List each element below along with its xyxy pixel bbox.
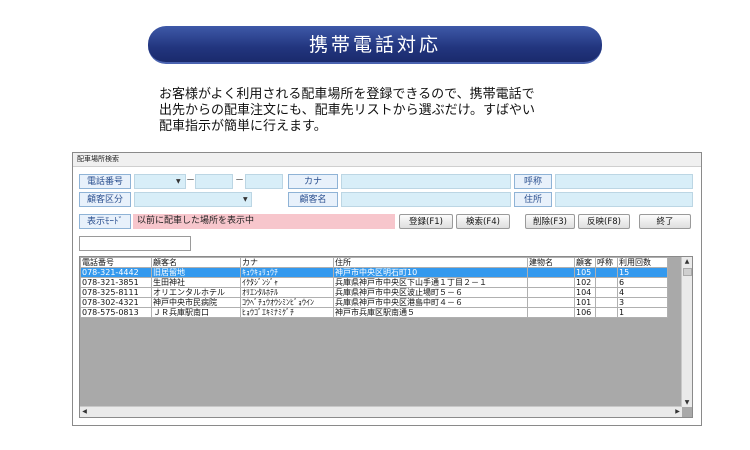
vertical-scrollbar[interactable]: ▲ ▼: [681, 257, 692, 407]
cell-yobi: [595, 277, 618, 288]
cell-yobi: [595, 267, 618, 278]
mode-status: 以前に配車した場所を表示中: [133, 214, 395, 229]
cell-kana: ｷｭｳｷｮﾘｭｳﾁ: [240, 267, 334, 278]
intro-line: お客様がよく利用される配車場所を登録できるので、携帯電話で: [159, 87, 535, 102]
cell-customer: ＪＲ兵庫駅南口: [151, 307, 241, 318]
title-banner: 携帯電話対応: [148, 26, 602, 64]
cell-address: 兵庫県神戸市中央区波止場町５－６: [333, 287, 528, 298]
chevron-down-icon[interactable]: ▼: [243, 192, 248, 207]
window-title: 配車場所検索: [73, 153, 701, 167]
cell-count: 4: [617, 287, 668, 298]
filter-input[interactable]: [79, 236, 191, 251]
horizontal-scrollbar[interactable]: ◀ ▶: [80, 406, 682, 417]
intro-line: 出先からの配車注文にも、配車先リストから選ぶだけ。すばやい: [159, 103, 535, 118]
cell-customer-id: 105: [574, 267, 596, 278]
kana-input[interactable]: [341, 174, 511, 189]
mode-label: 表示ﾓｰﾄﾞ: [79, 214, 131, 229]
cell-building: [527, 267, 575, 278]
phone-middle-input[interactable]: [195, 174, 233, 189]
cell-count: 6: [617, 277, 668, 288]
column-header[interactable]: 建物名: [527, 257, 575, 268]
category-label: 顧客区分: [79, 192, 131, 207]
intro-line: 配車指示が簡単に行えます。: [159, 119, 327, 134]
column-header[interactable]: 顧客: [574, 257, 596, 268]
cell-customer: 旧居留地: [151, 267, 241, 278]
search-button[interactable]: 検索(F4): [456, 214, 510, 229]
cell-address: 神戸市兵庫区駅南通５: [333, 307, 528, 318]
cell-yobi: [595, 297, 618, 308]
kana-label: カナ: [288, 174, 338, 189]
table-header-row: 電話番号 顧客名 カナ 住所 建物名 顧客 呼称 利用回数: [80, 257, 668, 268]
exit-button[interactable]: 終了: [639, 214, 691, 229]
cell-building: [527, 297, 575, 308]
phone-label: 電話番号: [79, 174, 131, 189]
intro-text: お客様がよく利用される配車場所を登録できるので、携帯電話で 出先からの配車注文に…: [159, 87, 619, 135]
cell-phone: 078-325-8111: [80, 287, 152, 298]
delete-button[interactable]: 削除(F3): [525, 214, 575, 229]
column-header[interactable]: 呼称: [595, 257, 618, 268]
cell-building: [527, 287, 575, 298]
cell-customer: オリエンタルホテル: [151, 287, 241, 298]
cell-address: 神戸市中央区明石町10: [333, 267, 528, 278]
reflect-button[interactable]: 反映(F8): [578, 214, 630, 229]
cell-customer-id: 101: [574, 297, 596, 308]
search-window: 配車場所検索 電話番号 ▼ － － カナ 呼称 顧客区分 ▼ 顧客名 住所 表示…: [72, 152, 702, 426]
cell-phone: 078-321-3851: [80, 277, 152, 288]
column-header[interactable]: 顧客名: [151, 257, 241, 268]
cell-customer: 生田神社: [151, 277, 241, 288]
cell-yobi: [595, 307, 618, 318]
table-row[interactable]: 078-575-0813 ＪＲ兵庫駅南口 ﾋｮｳｺﾞｴｷﾐﾅﾐｸﾞﾁ 神戸市兵庫…: [80, 307, 668, 318]
cell-kana: ｲｸﾀｼﾞﾝｼﾞｬ: [240, 277, 334, 288]
table-row[interactable]: 078-321-3851 生田神社 ｲｸﾀｼﾞﾝｼﾞｬ 兵庫県神戸市中央区下山手…: [80, 277, 668, 288]
cell-building: [527, 277, 575, 288]
cell-building: [527, 307, 575, 318]
cell-kana: ｺｳﾍﾞﾁｭｳｵｳｼﾐﾝﾋﾞｮｳｲﾝ: [240, 297, 334, 308]
table-row[interactable]: 078-321-4442 旧居留地 ｷｭｳｷｮﾘｭｳﾁ 神戸市中央区明石町10 …: [80, 267, 668, 278]
scroll-down-icon[interactable]: ▼: [682, 398, 692, 407]
register-button[interactable]: 登録(F1): [399, 214, 453, 229]
cell-kana: ﾋｮｳｺﾞｴｷﾐﾅﾐｸﾞﾁ: [240, 307, 334, 318]
window-content: 電話番号 ▼ － － カナ 呼称 顧客区分 ▼ 顧客名 住所 表示ﾓｰﾄﾞ 以前…: [73, 167, 701, 425]
phone-dash: －: [186, 176, 196, 186]
column-header[interactable]: カナ: [240, 257, 334, 268]
cell-kana: ｵﾘｴﾝﾀﾙﾎﾃﾙ: [240, 287, 334, 298]
column-header[interactable]: 住所: [333, 257, 528, 268]
cell-count: 1: [617, 307, 668, 318]
scroll-left-icon[interactable]: ◀: [80, 407, 89, 416]
phone-last-input[interactable]: [245, 174, 283, 189]
cell-phone: 078-321-4442: [80, 267, 152, 278]
category-select[interactable]: [134, 192, 252, 207]
customer-input[interactable]: [341, 192, 511, 207]
yobi-input[interactable]: [555, 174, 693, 189]
cell-customer-id: 106: [574, 307, 596, 318]
banner-title: 携帯電話対応: [308, 34, 441, 56]
cell-count: 3: [617, 297, 668, 308]
cell-phone: 078-302-4321: [80, 297, 152, 308]
address-label: 住所: [514, 192, 552, 207]
scroll-right-icon[interactable]: ▶: [673, 407, 682, 416]
table-row[interactable]: 078-302-4321 神戸中央市民病院 ｺｳﾍﾞﾁｭｳｵｳｼﾐﾝﾋﾞｮｳｲﾝ…: [80, 297, 668, 308]
cell-address: 兵庫県神戸市中央区港島中町４－６: [333, 297, 528, 308]
cell-yobi: [595, 287, 618, 298]
column-header[interactable]: 利用回数: [617, 257, 668, 268]
results-table: 電話番号 顧客名 カナ 住所 建物名 顧客 呼称 利用回数 078-321-44…: [80, 257, 668, 318]
table-row[interactable]: 078-325-8111 オリエンタルホテル ｵﾘｴﾝﾀﾙﾎﾃﾙ 兵庫県神戸市中…: [80, 287, 668, 298]
phone-dash: －: [235, 176, 245, 186]
scroll-up-icon[interactable]: ▲: [682, 257, 692, 266]
cell-count: 15: [617, 267, 668, 278]
column-header[interactable]: 電話番号: [80, 257, 152, 268]
customer-label: 顧客名: [288, 192, 338, 207]
cell-customer-id: 102: [574, 277, 596, 288]
cell-address: 兵庫県神戸市中央区下山手通１丁目２－１: [333, 277, 528, 288]
yobi-label: 呼称: [514, 174, 552, 189]
chevron-down-icon[interactable]: ▼: [176, 174, 181, 189]
address-input[interactable]: [555, 192, 693, 207]
cell-customer: 神戸中央市民病院: [151, 297, 241, 308]
results-grid: 電話番号 顧客名 カナ 住所 建物名 顧客 呼称 利用回数 078-321-44…: [79, 256, 693, 418]
cell-customer-id: 104: [574, 287, 596, 298]
cell-phone: 078-575-0813: [80, 307, 152, 318]
scroll-thumb[interactable]: [683, 268, 692, 276]
